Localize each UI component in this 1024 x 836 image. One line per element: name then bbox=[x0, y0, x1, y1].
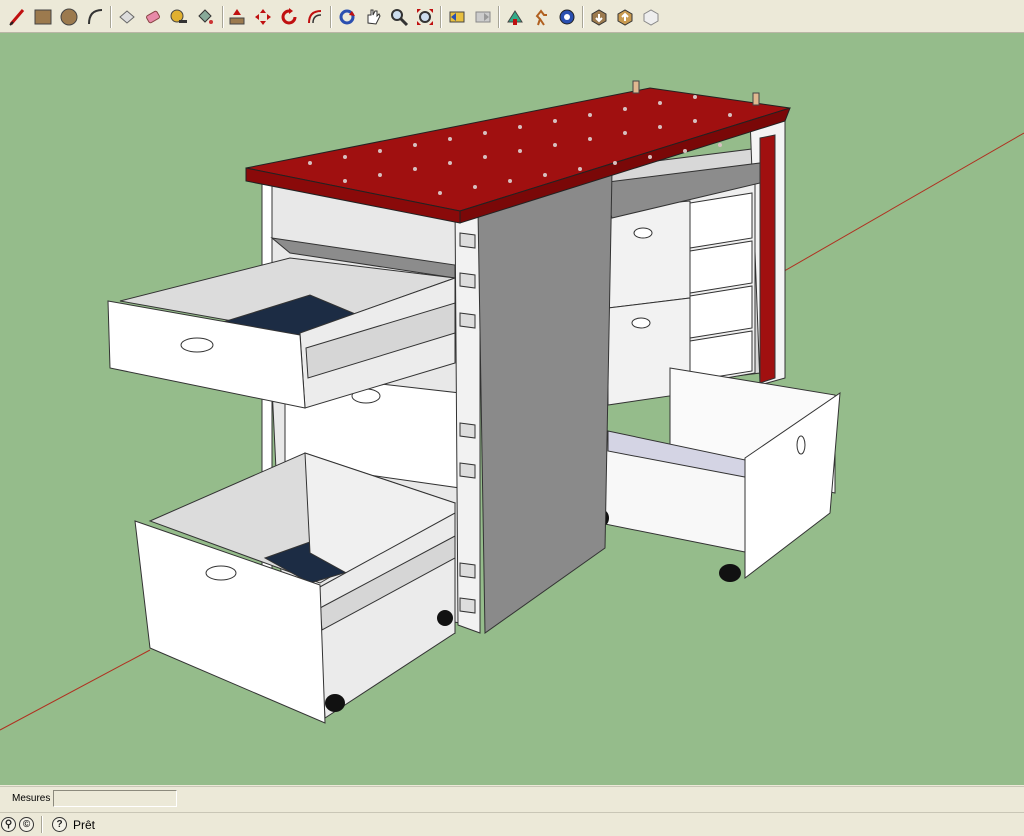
main-toolbar bbox=[0, 0, 1024, 33]
share-model-icon[interactable] bbox=[614, 6, 636, 28]
next-view-icon[interactable] bbox=[472, 6, 494, 28]
rotate-icon[interactable] bbox=[278, 6, 300, 28]
position-camera-icon[interactable] bbox=[504, 6, 526, 28]
credits-icon[interactable]: © bbox=[19, 817, 34, 832]
rectangle-icon[interactable] bbox=[32, 6, 54, 28]
orbit-icon[interactable] bbox=[336, 6, 358, 28]
red-axis-line bbox=[0, 649, 151, 731]
cabinet-model-drawing bbox=[0, 80, 1024, 731]
walk-icon[interactable] bbox=[530, 6, 552, 28]
look-around-icon[interactable] bbox=[556, 6, 578, 28]
pan-icon[interactable] bbox=[362, 6, 384, 28]
arc-icon[interactable] bbox=[84, 6, 106, 28]
status-bar: ⚲ © ? Prêt bbox=[0, 812, 1024, 836]
help-icon[interactable]: ? bbox=[52, 817, 67, 832]
previous-view-icon[interactable] bbox=[446, 6, 468, 28]
select-icon[interactable] bbox=[116, 6, 138, 28]
tape-measure-icon[interactable] bbox=[168, 6, 190, 28]
move-icon[interactable] bbox=[252, 6, 274, 28]
center-gray-panel bbox=[477, 170, 613, 634]
measurements-label: Mesures bbox=[12, 793, 51, 804]
circle-icon[interactable] bbox=[58, 6, 80, 28]
paint-bucket-icon[interactable] bbox=[194, 6, 216, 28]
measurements-bar: Mesures bbox=[0, 786, 1024, 813]
eraser-icon[interactable] bbox=[142, 6, 164, 28]
offset-icon[interactable] bbox=[304, 6, 326, 28]
get-models-icon[interactable] bbox=[588, 6, 610, 28]
caster-wheel bbox=[719, 564, 741, 582]
geo-location-icon[interactable]: ⚲ bbox=[1, 817, 16, 832]
zoom-extents-icon[interactable] bbox=[414, 6, 436, 28]
components-icon[interactable] bbox=[640, 6, 662, 28]
status-text: Prêt bbox=[73, 818, 96, 832]
zoom-icon[interactable] bbox=[388, 6, 410, 28]
pencil-icon[interactable] bbox=[6, 6, 28, 28]
measurements-input[interactable] bbox=[53, 790, 177, 807]
push-pull-icon[interactable] bbox=[226, 6, 248, 28]
red-axis-line-far bbox=[759, 132, 1024, 286]
model-viewport[interactable] bbox=[0, 33, 1024, 785]
